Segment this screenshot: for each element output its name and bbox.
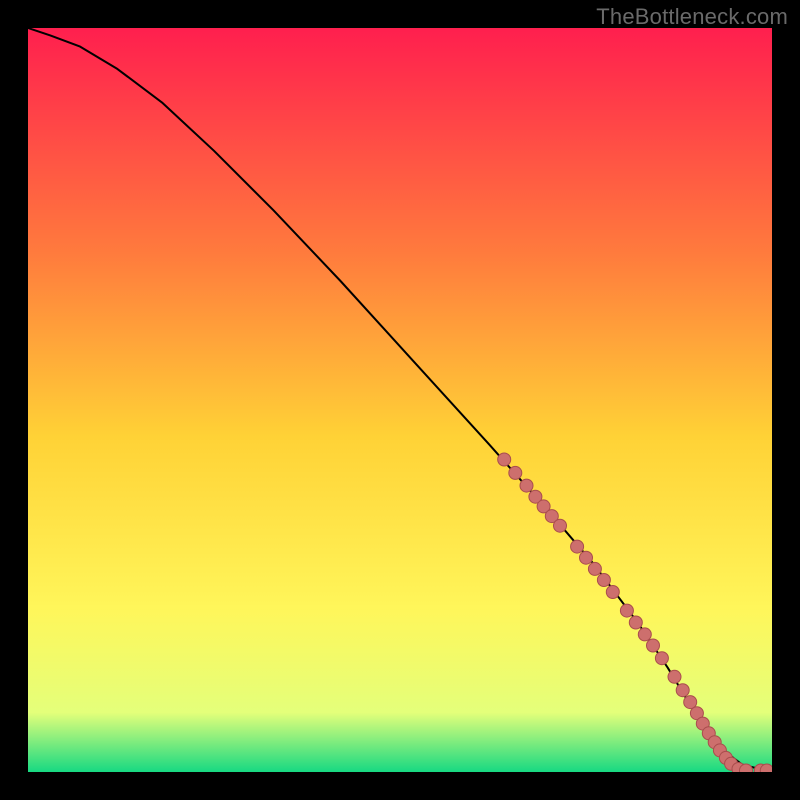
data-marker [571,540,584,553]
data-marker [580,551,593,564]
data-marker [638,628,651,641]
data-marker [620,604,633,617]
data-marker [520,479,533,492]
plot-area [28,28,772,772]
chart-frame: TheBottleneck.com [0,0,800,800]
data-marker [655,652,668,665]
data-marker [509,466,522,479]
data-marker [588,562,601,575]
data-marker [597,574,610,587]
data-marker [676,684,689,697]
data-marker [498,453,511,466]
watermark-text: TheBottleneck.com [596,4,788,30]
data-marker [668,670,681,683]
data-marker [647,639,660,652]
data-marker [740,764,753,772]
data-marker [554,519,567,532]
chart-svg [28,28,772,772]
data-marker [629,616,642,629]
data-marker [606,586,619,599]
